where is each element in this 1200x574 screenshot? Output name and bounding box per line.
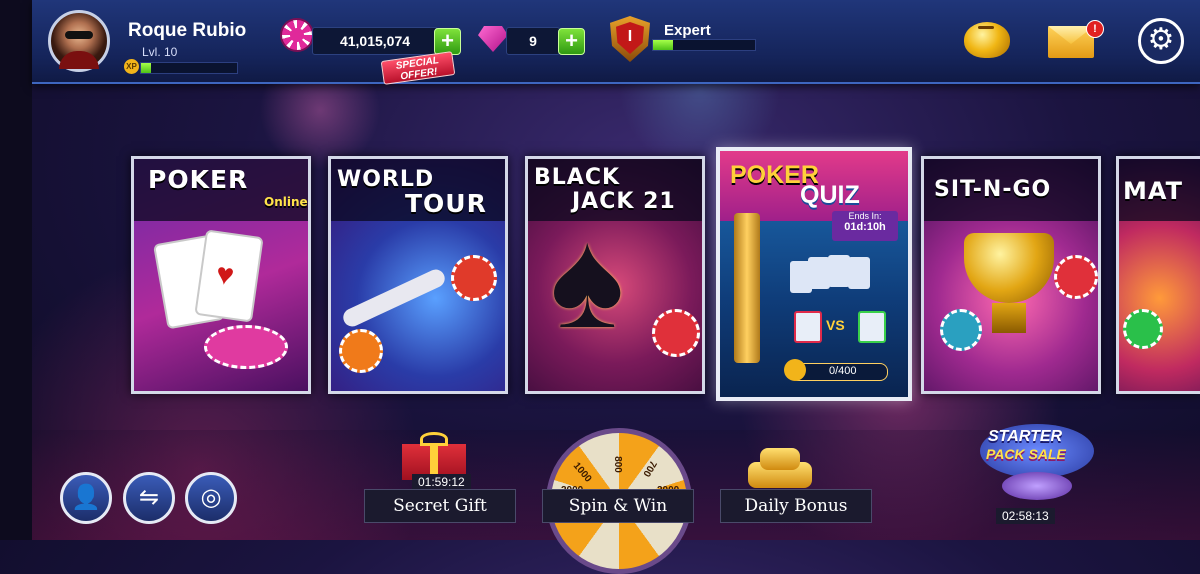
secret-gift-timer: 01:59:12 [412, 474, 471, 490]
game-title-line2: QUIZ [800, 181, 860, 209]
game-title: BLACK [534, 165, 621, 190]
game-card-mat[interactable]: MAT [1116, 156, 1200, 394]
game-subtitle: Online [264, 195, 308, 209]
buy-gems-button[interactable]: + [558, 28, 585, 55]
game-title: MAT [1123, 177, 1183, 205]
ends-in-time: 01d:10h [844, 221, 886, 233]
chip-icon [652, 309, 700, 357]
starter-pack-sale-button[interactable]: STARTER PACK SALE [978, 420, 1096, 512]
screen-edge [0, 0, 32, 540]
spin-win-button[interactable]: Spin & Win [542, 489, 694, 523]
trophy-icon [964, 233, 1054, 303]
chip-icon [940, 309, 982, 351]
coin-icon [784, 359, 806, 381]
player-level: Lvl. 10 [142, 45, 178, 59]
piggy-bank-icon[interactable] [964, 22, 1010, 58]
settings-button[interactable]: ⚙ [1138, 18, 1184, 64]
share-button[interactable]: ⇋ [123, 472, 175, 524]
playing-card-icon: ♥ [194, 229, 264, 323]
cards-fan-icon [790, 255, 890, 295]
chip-pile-icon [1002, 472, 1072, 500]
starter-pack-title: STARTER [988, 428, 1063, 445]
rank-progress-fill [653, 40, 674, 50]
share-icon: ⇋ [138, 484, 160, 511]
gems-balance: 9 [506, 27, 560, 55]
chip-icon [1054, 255, 1098, 299]
card-slot-left [794, 311, 822, 343]
add-user-icon: 👤 [71, 484, 101, 511]
xp-icon: XP [124, 59, 139, 74]
add-friend-button[interactable]: 👤 [60, 472, 112, 524]
game-card-blackjack[interactable]: BLACK JACK 21 ♠ [525, 156, 705, 394]
chip-stack-icon [204, 325, 288, 369]
game-card-world-tour[interactable]: WORLD TOUR [328, 156, 508, 394]
daily-bonus-button[interactable]: Daily Bonus [720, 489, 872, 523]
game-card-sit-n-go[interactable]: SIT-N-GO [921, 156, 1101, 394]
xp-progress-fill [141, 63, 151, 73]
game-title: POKER [148, 165, 249, 194]
xp-progress-bar [140, 62, 238, 74]
secret-gift-button[interactable]: Secret Gift [364, 489, 516, 523]
chip-icon [1123, 309, 1163, 349]
rank-name: Expert [664, 22, 711, 39]
starter-pack-subtitle: PACK SALE [986, 446, 1066, 462]
quiz-progress-text: 0/400 [829, 365, 857, 377]
card-slot-right [858, 311, 886, 343]
game-card-poker-quiz[interactable]: POKER QUIZ Ends In: 01d:10h VS 0/400 [716, 147, 912, 401]
vs-label: VS [826, 317, 845, 333]
avatar[interactable] [48, 10, 110, 72]
coin-stack-icon[interactable] [748, 442, 812, 490]
ends-in-label: Ends In: [848, 211, 882, 221]
trophy-tower-icon [734, 213, 760, 363]
player-name: Roque Rubio [128, 20, 247, 41]
rank-progress-bar [652, 39, 756, 51]
chip-icon [280, 18, 314, 52]
chip-icon [451, 255, 497, 301]
gear-icon: ⚙ [1147, 23, 1175, 56]
chip-icon [339, 329, 383, 373]
target-icon: ◎ [200, 484, 222, 511]
rank-badge: I [616, 22, 644, 54]
chips-balance: 41,015,074 [312, 27, 438, 55]
airplane-icon [340, 266, 448, 330]
mail-notification-badge: ! [1086, 20, 1104, 38]
spade-icon: ♠ [550, 200, 625, 357]
ends-in-box: Ends In: 01d:10h [832, 211, 898, 241]
missions-button[interactable]: ◎ [185, 472, 237, 524]
game-title-line2: TOUR [405, 189, 487, 218]
game-card-poker[interactable]: POKER Online ♥ [131, 156, 311, 394]
starter-pack-timer: 02:58:13 [996, 508, 1055, 524]
game-title: SIT-N-GO [934, 177, 1052, 202]
